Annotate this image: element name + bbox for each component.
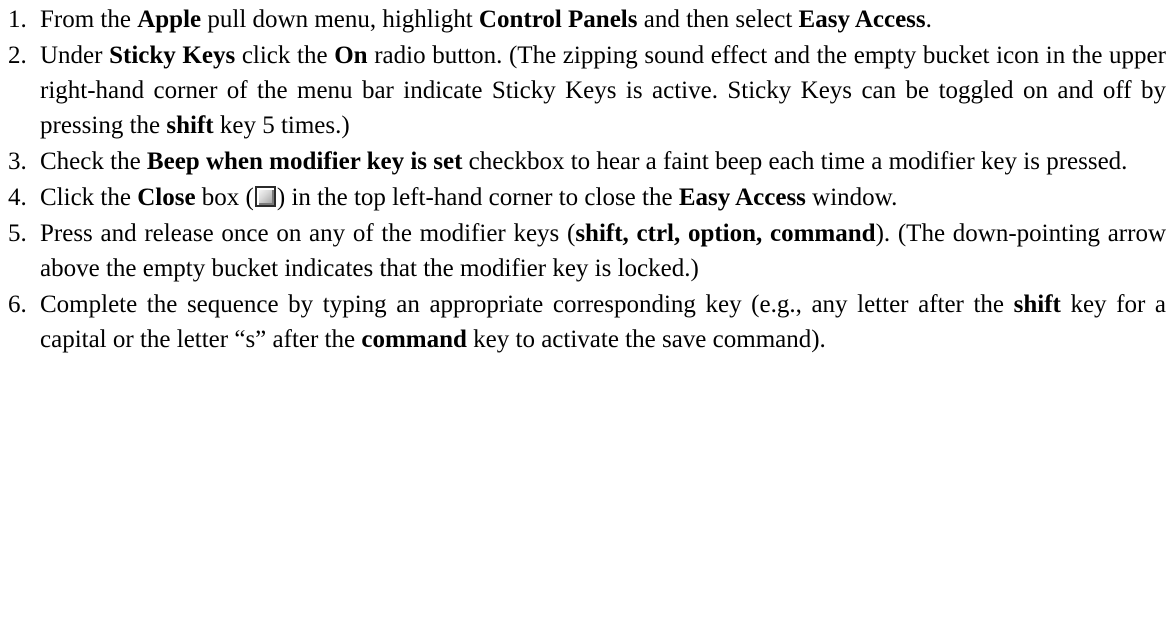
step-number: 4.	[8, 184, 27, 211]
control-panel-name: Easy Access	[798, 6, 926, 33]
step-text: key to activate the save command).	[466, 326, 826, 353]
instruction-list: 1. From the Apple pull down menu, highlig…	[0, 2, 1166, 358]
step-text: .	[925, 6, 932, 33]
setting-name: Sticky Keys	[109, 42, 236, 69]
key-name: shift	[166, 112, 214, 139]
control-name: Close	[137, 184, 196, 211]
instruction-step-3: 3. Check the Beep when modifier key is se…	[0, 144, 1166, 179]
option-name: On	[334, 42, 368, 69]
checkbox-name: Beep when modifier key is set	[146, 148, 463, 175]
step-text: click the	[235, 42, 335, 69]
step-text: Check the	[40, 148, 147, 175]
instruction-step-4: 4. Click the Close box ( ) in the top left…	[0, 180, 1166, 215]
step-text: Complete the sequence by typing an appro…	[40, 291, 1014, 318]
step-number: 2.	[8, 42, 27, 69]
key-names: shift, ctrl, option, command	[575, 220, 876, 247]
menu-name: Apple	[137, 6, 202, 33]
close-box-icon	[254, 186, 276, 207]
step-number: 3.	[8, 148, 27, 175]
step-text: Press and release once on any of the mod…	[40, 220, 576, 247]
step-text: pull down menu, highlight	[201, 6, 479, 33]
step-number: 6.	[8, 291, 27, 318]
step-text: Click the	[40, 184, 138, 211]
window-name: Easy Access	[678, 184, 806, 211]
instruction-step-2: 2. Under Sticky Keys click the On radio b…	[0, 38, 1166, 143]
step-text: and then select	[637, 6, 799, 33]
step-text: checkbox to hear a faint beep each time …	[462, 148, 1128, 175]
step-number: 5.	[8, 220, 27, 247]
menu-item-name: Control Panels	[478, 6, 638, 33]
step-text: ) in the top left-hand corner to close t…	[276, 184, 679, 211]
step-text: box (	[195, 184, 254, 211]
instruction-step-6: 6. Complete the sequence by typing an app…	[0, 287, 1166, 357]
instruction-step-1: 1. From the Apple pull down menu, highlig…	[0, 2, 1166, 37]
step-text: window.	[805, 184, 898, 211]
step-text: From the	[40, 6, 138, 33]
key-name: command	[361, 326, 467, 353]
step-text: key 5 times.)	[213, 112, 350, 139]
step-number: 1.	[8, 6, 27, 33]
instruction-step-5: 5. Press and release once on any of the m…	[0, 216, 1166, 286]
key-name: shift	[1013, 291, 1061, 318]
step-text: Under	[40, 42, 110, 69]
